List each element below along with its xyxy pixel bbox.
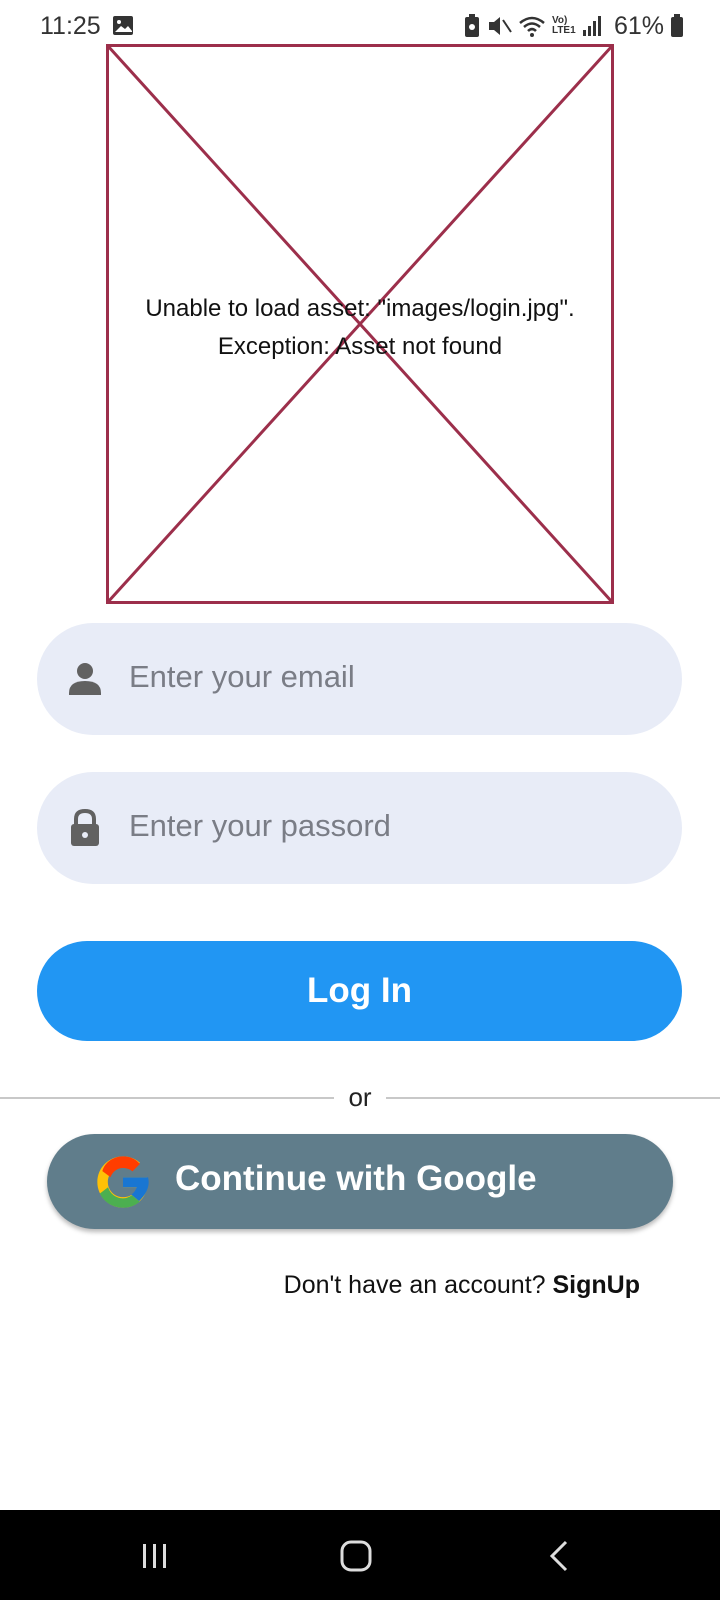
login-image-placeholder: Unable to load asset: "images/login.jpg"… [106,44,614,604]
back-icon[interactable] [540,1536,580,1576]
mute-icon [488,17,512,35]
password-input[interactable] [129,808,649,844]
divider-line-right [386,1097,720,1099]
navigation-bar [0,1510,720,1600]
signup-prompt: Don't have an account? [283,1271,546,1299]
status-icons: Vo) LTE1 61% [464,12,684,40]
password-field[interactable] [37,772,682,884]
google-button-label: Continue with Google [175,1159,537,1198]
google-signin-button[interactable]: Continue with Google [47,1134,673,1229]
asset-error-line2: Exception: Asset not found [217,333,503,360]
battery-icon [671,14,683,37]
home-icon[interactable] [336,1536,376,1576]
battery-saver-icon [464,14,479,37]
status-bar: 11:25 Vo) LTE1 61% [0,0,720,50]
person-icon [69,663,101,695]
email-field[interactable] [37,623,682,735]
login-button[interactable]: Log In [37,941,682,1041]
battery-percent: 61% [613,11,664,40]
signal-icon [582,16,601,36]
signup-row: Don't have an account? SignUp [284,1271,640,1300]
signup-link[interactable]: SignUp [553,1271,641,1299]
asset-error-message: Unable to load asset: "images/login.jpg"… [106,290,614,366]
wifi-icon [519,16,545,37]
divider-line-left [0,1097,334,1099]
or-divider: or [0,1082,720,1114]
divider-text: or [348,1082,372,1112]
status-time: 11:25 [40,12,101,40]
google-icon [97,1156,149,1208]
asset-error-line1: Unable to load asset: "images/login.jpg"… [145,295,575,322]
lock-icon [71,808,99,846]
email-input[interactable] [129,659,649,695]
recent-apps-icon[interactable] [135,1536,175,1576]
network-label: Vo) LTE1 [551,15,576,36]
gallery-notification-icon [113,16,133,35]
